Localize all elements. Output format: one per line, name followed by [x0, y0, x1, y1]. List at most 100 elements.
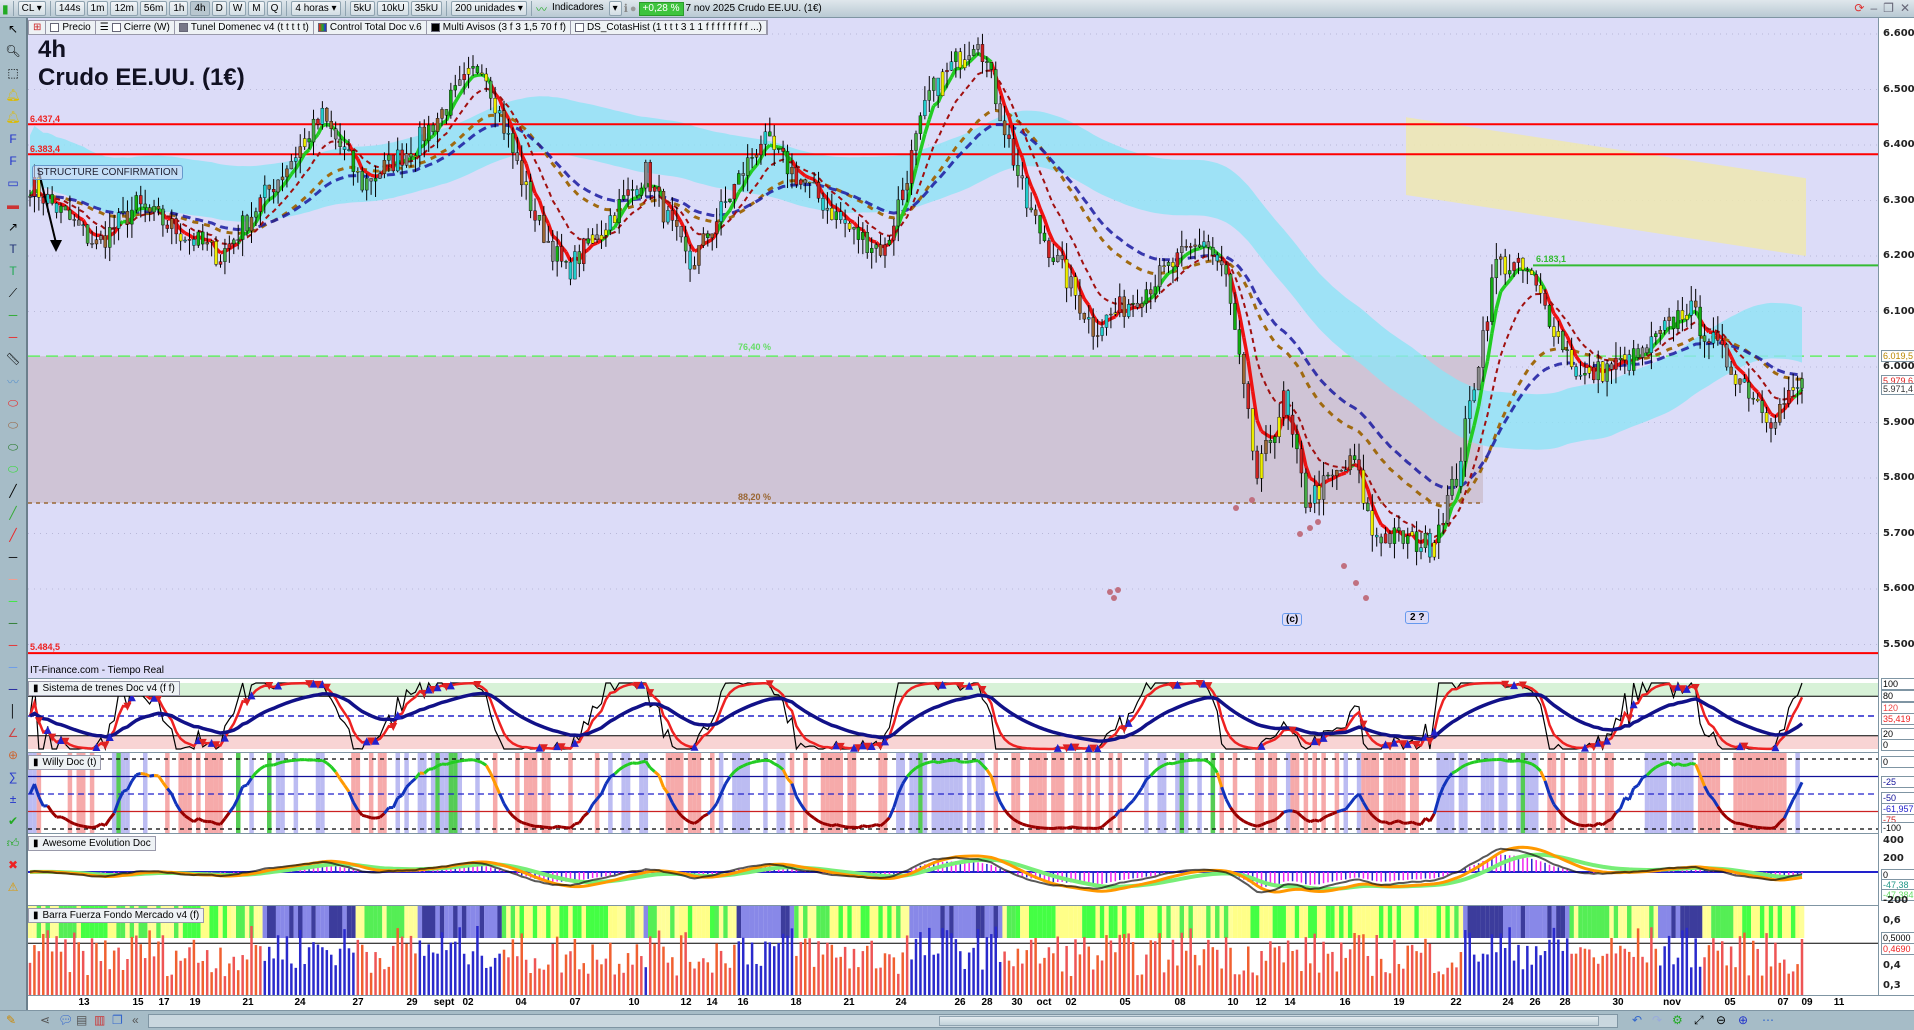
indicators-dropdown[interactable]: ▾ [608, 1, 622, 16]
legend-item-cierre[interactable]: ☰ Cierre (W) [96, 21, 175, 34]
fib-line-icon[interactable]: F [3, 152, 23, 170]
price-axis[interactable]: 6.600 6.500 6.400 6.300 6.200 6.100 6.000 5.900… [1878, 18, 1914, 678]
ellipse-brown-icon[interactable]: ⬭ [3, 416, 23, 434]
minimize-icon[interactable]: – [1870, 1, 1877, 15]
hline-black-icon[interactable]: ─ [3, 548, 23, 566]
pointer-icon[interactable]: ↖ [3, 20, 23, 38]
ellipse-red-icon[interactable]: ⬭ [3, 394, 23, 412]
legend-item-tunel[interactable]: Tunel Domenec v4 (t t t t t) [175, 21, 314, 34]
info-icon[interactable]: ℹ [624, 2, 628, 15]
timeframe-12m[interactable]: 12m [110, 1, 138, 16]
redo-icon[interactable]: ↷ [1652, 1013, 1662, 1027]
structure-confirmation-label[interactable]: STRUCTURE CONFIRMATION [32, 165, 183, 180]
units-35k[interactable]: 35kU [410, 1, 443, 16]
hline-red-icon[interactable]: ─ [3, 636, 23, 654]
date-axis[interactable]: 13 15 17 19 21 24 27 29 sept 02 04 07 10 12 14 16 18 21 24… [28, 995, 1914, 1010]
panel-toggle-icon[interactable]: ▮ [33, 837, 39, 850]
more-icon[interactable]: ⋯ [1762, 1013, 1774, 1027]
zoom-out-icon[interactable]: ⊖ [1716, 1013, 1726, 1027]
text-icon[interactable]: T [3, 240, 23, 258]
indicators-button[interactable]: Indicadores [549, 1, 607, 16]
zoom-icon[interactable]: 🔍︎ [3, 42, 23, 60]
red-marker-icon[interactable]: ─ [3, 328, 23, 346]
zoom-in-icon[interactable]: ⊕ [1738, 1013, 1748, 1027]
scrollbar-thumb[interactable] [939, 1016, 1599, 1026]
units-10k[interactable]: 10kU [377, 1, 409, 16]
legend-item-cotashist[interactable]: DS_CotasHist (1 t t t 3 1 1 f f f f f f … [571, 21, 768, 34]
timeframe-w[interactable]: W [228, 1, 247, 16]
bars-select[interactable]: 200 unidades ▾ [451, 1, 527, 16]
wave-label-c[interactable]: (c) [1282, 613, 1303, 626]
report-icon[interactable]: ▤ [76, 1013, 87, 1027]
ellipse-green-icon[interactable]: ⬭ [3, 438, 23, 456]
awesome-header[interactable]: ▮ Awesome Evolution Doc [28, 836, 156, 851]
layout-icon[interactable]: ▥ [94, 1013, 105, 1027]
text-bubble-icon[interactable]: T [3, 262, 23, 280]
period-select[interactable]: 4 horas ▾ [291, 1, 341, 16]
share-icon[interactable]: ⋖ [40, 1013, 50, 1027]
formula-icon[interactable]: ∑ [3, 768, 23, 786]
legend-item-control[interactable]: Control Total Doc v.6 [314, 21, 427, 34]
autoscale-icon[interactable]: ⤢ [1694, 1013, 1704, 1028]
alert-icon[interactable]: 🔔︎ [3, 86, 23, 104]
arrow-icon[interactable]: ↗ [3, 218, 23, 236]
hline-green-icon[interactable]: ─ [3, 614, 23, 632]
chart-type-icon[interactable]: ▮ [2, 2, 9, 16]
main-chart[interactable]: 4h Crudo EE.UU. (1€) 6.437,4 6.383,4 5.4… [28, 18, 1878, 668]
legend-item-precio[interactable]: Precio [46, 21, 96, 34]
sistema-panel[interactable]: ▮ Sistema de trenes Doc v4 (f f) [28, 678, 1878, 753]
collapse-left-icon[interactable]: « [132, 1013, 139, 1027]
price-chart-canvas[interactable] [28, 18, 1878, 668]
hline-navy-icon[interactable]: ─ [3, 680, 23, 698]
thumbs-up-icon[interactable]: 👍︎ [3, 834, 23, 852]
panel-toggle-icon[interactable]: ▮ [33, 682, 39, 695]
ruler-icon[interactable]: 📏︎ [3, 350, 23, 368]
segment-icon[interactable]: ⟋ [3, 284, 23, 302]
fibonacci-icon[interactable]: F [3, 130, 23, 148]
barra-panel[interactable]: ▮ Barra Fuerza Fondo Mercado v4 (f) [28, 905, 1878, 996]
timeframe-1m[interactable]: 1m [86, 1, 109, 16]
timeframe-1h[interactable]: 1h [169, 1, 189, 16]
chart-pattern-icon[interactable]: 〰 [3, 372, 23, 390]
ellipse-lime-icon[interactable]: ⬭ [3, 460, 23, 478]
refresh-icon[interactable]: ⟳ [1854, 1, 1864, 15]
angle-icon[interactable]: ∠ [3, 724, 23, 742]
willy-panel[interactable]: ▮ Willy Doc (t) [28, 752, 1878, 834]
undo-icon[interactable]: ↶ [1632, 1013, 1642, 1027]
units-5k[interactable]: 5kU [349, 1, 376, 16]
formula2-icon[interactable]: ± [3, 790, 23, 808]
hline-lime-icon[interactable]: ─ [3, 592, 23, 610]
filled-rectangle-icon[interactable]: ▬ [3, 196, 23, 214]
zoom-area-icon[interactable]: ⬚ [3, 64, 23, 82]
wave-label-2[interactable]: 2 ? [1405, 611, 1430, 624]
hline-salmon-icon[interactable]: ─ [3, 570, 23, 588]
pencil-icon[interactable]: ✎ [6, 1013, 16, 1027]
timeframe-q[interactable]: Q [266, 1, 283, 16]
warning-icon[interactable]: ⚠ [3, 878, 23, 896]
timeframe-144s[interactable]: 144s [54, 1, 85, 16]
check-icon[interactable]: ✔ [3, 812, 23, 830]
timeframe-56m[interactable]: 56m [139, 1, 168, 16]
horizontal-scrollbar[interactable] [148, 1014, 1618, 1028]
panel-toggle-icon[interactable]: ▮ [33, 756, 39, 769]
timeframe-d[interactable]: D [211, 1, 227, 16]
restore-icon[interactable]: ❐ [1883, 1, 1894, 15]
cross-icon[interactable]: ✖ [3, 856, 23, 874]
vline-icon[interactable]: │ [3, 702, 23, 720]
comment-icon[interactable]: 💬︎ [58, 1013, 73, 1027]
willy-header[interactable]: ▮ Willy Doc (t) [28, 755, 102, 770]
rectangle-icon[interactable]: ▭ [3, 174, 23, 192]
legend-item-multi-avisos[interactable]: Multi Avisos (3 f 3 1,5 70 f f) [427, 21, 571, 34]
trendline-red-icon[interactable]: ╱ [3, 526, 23, 544]
settings-icon[interactable]: ⚙ [1672, 1013, 1683, 1027]
symbol-select[interactable]: CL ▾ [17, 1, 46, 16]
awesome-panel[interactable]: ▮ Awesome Evolution Doc [28, 833, 1878, 905]
panel-toggle-icon[interactable]: ▮ [33, 909, 39, 922]
timeframe-4h[interactable]: 4h [190, 1, 210, 16]
window-icon[interactable]: ❐ [112, 1013, 123, 1027]
barra-header[interactable]: ▮ Barra Fuerza Fondo Mercado v4 (f) [28, 908, 205, 923]
hline-lightblue-icon[interactable]: ─ [3, 658, 23, 676]
close-icon[interactable]: ✕ [1900, 1, 1910, 15]
bell-icon[interactable]: 🔔︎ [3, 108, 23, 126]
timeframe-m[interactable]: M [248, 1, 265, 16]
